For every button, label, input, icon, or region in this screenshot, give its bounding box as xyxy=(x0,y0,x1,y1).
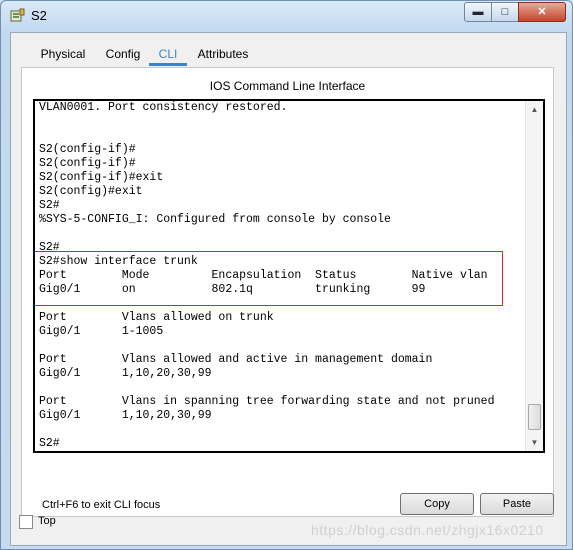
watermark-text: https://blog.csdn.net/zhgjx16x0210 xyxy=(311,522,544,538)
top-checkbox-label: Top xyxy=(38,515,56,527)
terminal-line: S2(config-if)#exit xyxy=(39,171,164,184)
terminal-line: %SYS-5-CONFIG_I: Configured from console… xyxy=(39,213,391,226)
terminal-line: Port Vlans in spanning tree forwarding s… xyxy=(39,395,495,408)
terminal-line: S2(config)#exit xyxy=(39,185,143,198)
scroll-up-icon[interactable]: ▲ xyxy=(526,101,543,118)
terminal-line: VLAN0001. Port consistency restored. xyxy=(39,101,288,114)
cli-panel: IOS Command Line Interface VLAN0001. Por… xyxy=(21,67,554,517)
close-button[interactable]: ✕ xyxy=(518,2,566,22)
tab-physical[interactable]: Physical xyxy=(33,41,93,65)
cli-terminal[interactable]: VLAN0001. Port consistency restored. S2(c… xyxy=(33,99,545,453)
cli-focus-hint: Ctrl+F6 to exit CLI focus xyxy=(42,499,161,511)
terminal-line: S2(config-if)# xyxy=(39,157,136,170)
paste-button[interactable]: Paste xyxy=(480,493,554,515)
tab-config[interactable]: Config xyxy=(101,41,145,65)
scroll-thumb[interactable] xyxy=(528,404,541,430)
terminal-line: Gig0/1 1,10,20,30,99 xyxy=(39,409,212,422)
tab-cli[interactable]: CLI xyxy=(149,41,187,66)
terminal-line: S2# xyxy=(39,199,60,212)
terminal-line: Port Vlans allowed and active in managem… xyxy=(39,353,433,366)
panel-title: IOS Command Line Interface xyxy=(209,79,366,93)
terminal-line: S2# xyxy=(39,437,60,450)
terminal-line: S2(config-if)# xyxy=(39,143,136,156)
scroll-down-icon[interactable]: ▼ xyxy=(526,434,543,451)
terminal-scrollbar[interactable]: ▲ ▼ xyxy=(525,101,543,451)
close-icon: ✕ xyxy=(537,6,547,18)
trunk-highlight-box xyxy=(35,251,503,306)
top-checkbox[interactable] xyxy=(19,515,33,529)
tab-attributes[interactable]: Attributes xyxy=(191,41,255,65)
terminal-line: Gig0/1 1,10,20,30,99 xyxy=(39,367,212,380)
minimize-icon: ▬ xyxy=(472,6,484,18)
device-frame: Physical Config CLI Attributes IOS Comma… xyxy=(10,32,567,546)
minimize-button[interactable]: ▬ xyxy=(464,2,492,22)
title-bar[interactable]: S2 ▬ □ ✕ xyxy=(1,1,573,31)
switch-app-icon xyxy=(10,8,25,22)
maximize-button[interactable]: □ xyxy=(491,2,519,22)
window-title: S2 xyxy=(31,8,47,23)
terminal-line: Gig0/1 1-1005 xyxy=(39,325,164,338)
terminal-line: Port Vlans allowed on trunk xyxy=(39,311,274,324)
copy-button[interactable]: Copy xyxy=(400,493,474,515)
maximize-icon: □ xyxy=(501,6,509,18)
app-window: S2 ▬ □ ✕ Physical Config CLI Attributes … xyxy=(0,0,573,550)
